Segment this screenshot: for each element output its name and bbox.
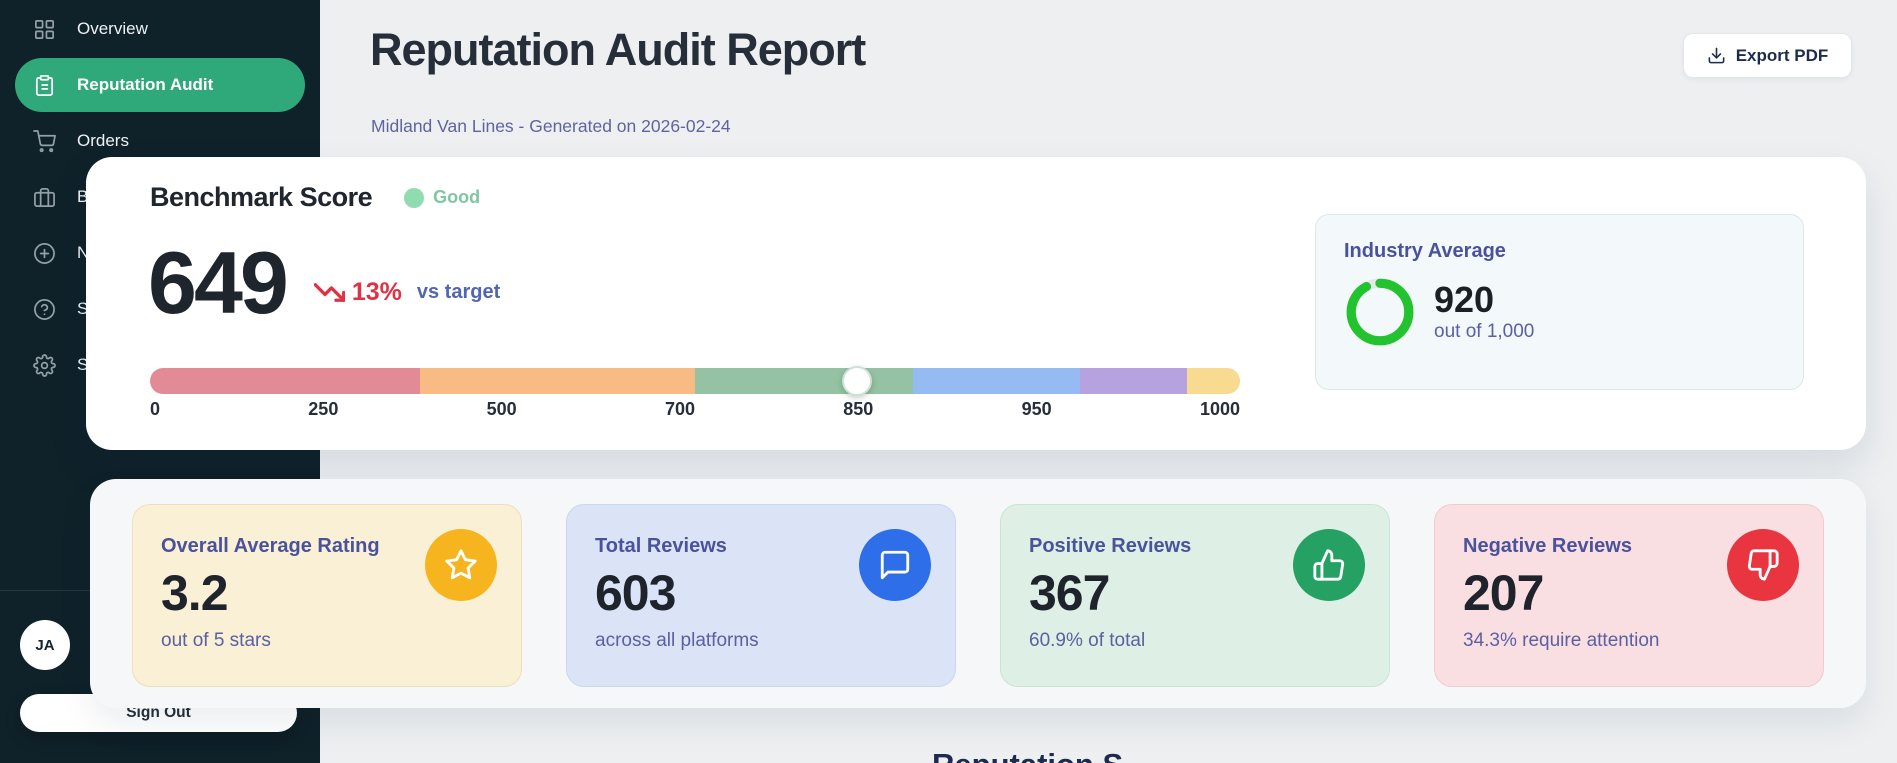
score-trend: 13% vs target xyxy=(314,277,500,325)
score-row: 649 13% vs target xyxy=(148,241,500,325)
next-section-heading: Reputation S xyxy=(932,747,1123,763)
status-label: Good xyxy=(433,187,480,208)
help-circle-icon xyxy=(33,298,56,321)
stat-caption: 34.3% require attention xyxy=(1463,630,1795,652)
plus-circle-icon xyxy=(33,242,56,265)
sidebar-item-label: Orders xyxy=(77,131,129,151)
clipboard-icon xyxy=(33,74,56,97)
trend-percentage: 13% xyxy=(352,278,402,307)
score-gauge xyxy=(150,368,1240,394)
grid-icon xyxy=(33,18,56,41)
gauge-segment xyxy=(695,368,913,394)
status-badge: Good xyxy=(404,187,480,208)
benchmark-title: Benchmark Score xyxy=(150,182,372,213)
cart-icon xyxy=(33,130,56,153)
page-title: Reputation Audit Report xyxy=(370,24,865,76)
sidebar-item-reputation-audit[interactable]: Reputation Audit xyxy=(15,58,305,112)
gauge-segment xyxy=(1187,368,1240,394)
industry-average-row: 920 out of 1,000 xyxy=(1344,276,1775,348)
benchmark-score-value: 649 xyxy=(148,241,286,325)
stat-card-positive-reviews: Positive Reviews 367 60.9% of total xyxy=(1000,504,1390,687)
stat-card-overall-average-rating: Overall Average Rating 3.2 out of 5 star… xyxy=(132,504,522,687)
stat-card-total-reviews: Total Reviews 603 across all platforms xyxy=(566,504,956,687)
thumbs-down-icon xyxy=(1727,529,1799,601)
export-pdf-button[interactable]: Export PDF xyxy=(1683,33,1852,78)
trend-label: vs target xyxy=(417,281,500,304)
thumbs-up-icon xyxy=(1293,529,1365,601)
page-subtitle: Midland Van Lines - Generated on 2026-02… xyxy=(371,116,731,137)
gauge-segment xyxy=(1080,368,1187,394)
reputation-dashboard: Overview Reputation Audit Orders Bu xyxy=(0,0,1897,763)
gauge-segment xyxy=(913,368,1080,394)
scale-label: 500 xyxy=(487,399,517,420)
chat-bubble-icon xyxy=(859,529,931,601)
benchmark-score-card: Benchmark Score Good 649 13% vs target xyxy=(86,157,1866,450)
scale-label: 850 xyxy=(843,399,873,420)
industry-average-card: Industry Average 920 out of 1,000 xyxy=(1315,214,1804,390)
gauge-segment xyxy=(150,368,420,394)
scale-label: 250 xyxy=(308,399,338,420)
score-gauge-track xyxy=(150,368,1240,394)
sidebar-item-overview[interactable]: Overview xyxy=(0,2,320,56)
industry-average-value: 920 xyxy=(1434,281,1534,319)
scale-label: 0 xyxy=(150,399,160,420)
scale-label: 1000 xyxy=(1200,399,1240,420)
download-icon xyxy=(1707,46,1726,65)
benchmark-header: Benchmark Score Good xyxy=(150,182,480,213)
gear-icon xyxy=(33,354,56,377)
scale-label: 950 xyxy=(1022,399,1052,420)
stat-caption: out of 5 stars xyxy=(161,630,493,652)
scale-label: 700 xyxy=(665,399,695,420)
briefcase-icon xyxy=(33,186,56,209)
status-dot-icon xyxy=(404,188,424,208)
industry-average-figures: 920 out of 1,000 xyxy=(1434,281,1534,344)
trending-down-icon xyxy=(314,277,345,308)
stat-caption: across all platforms xyxy=(595,630,927,652)
industry-average-title: Industry Average xyxy=(1344,240,1775,263)
star-icon xyxy=(425,529,497,601)
progress-ring-icon xyxy=(1344,276,1416,348)
gauge-segment xyxy=(420,368,695,394)
stat-card-negative-reviews: Negative Reviews 207 34.3% require atten… xyxy=(1434,504,1824,687)
industry-average-caption: out of 1,000 xyxy=(1434,321,1534,343)
sidebar-item-label: Reputation Audit xyxy=(77,75,213,95)
score-marker[interactable] xyxy=(842,366,872,396)
export-pdf-label: Export PDF xyxy=(1736,46,1829,66)
avatar[interactable]: JA xyxy=(20,620,70,670)
sidebar-item-label: Overview xyxy=(77,19,148,39)
stat-caption: 60.9% of total xyxy=(1029,630,1361,652)
stats-panel: Overall Average Rating 3.2 out of 5 star… xyxy=(90,479,1866,708)
score-scale-labels: 0 250 500 700 850 950 1000 xyxy=(150,399,1240,420)
